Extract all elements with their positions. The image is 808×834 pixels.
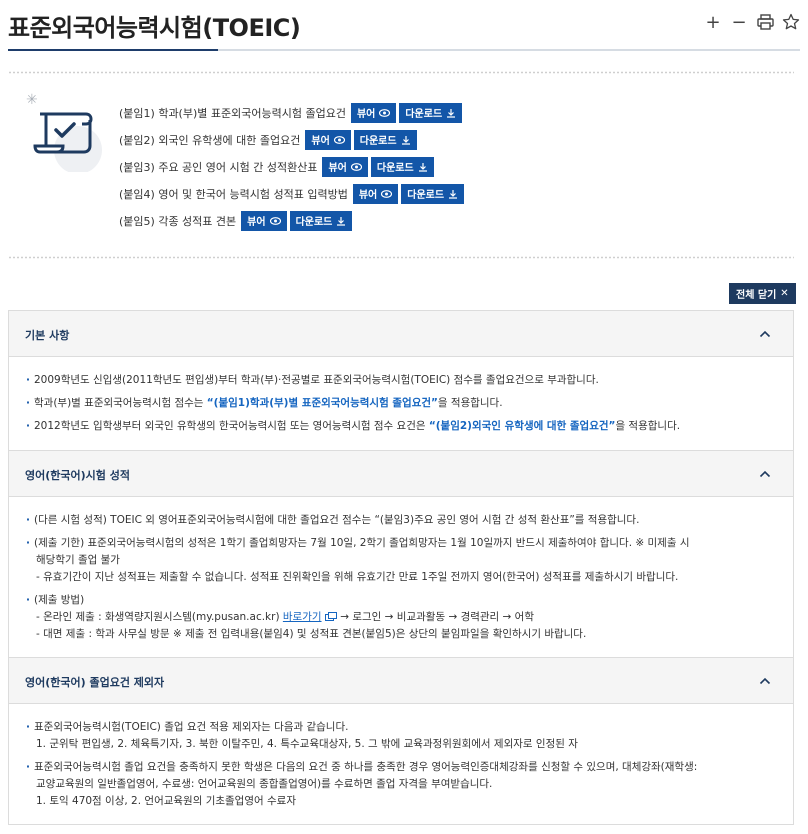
list-item: · (제출 기한) 표준외국어능력시험의 성적은 1학기 졸업희망자는 7월 10… <box>26 537 690 549</box>
download-button[interactable]: 다운로드 <box>289 210 353 231</box>
sub-item: - 유효기간이 지난 성적표는 제출할 수 없습니다. 성적표 진위확인을 위해… <box>36 571 679 583</box>
view-button[interactable]: 뷰어 <box>241 210 287 231</box>
chevron-up-icon <box>759 330 771 338</box>
attachment-label: (붙임1) 학과(부)별 표준외국어능력시험 졸업요건 <box>119 106 346 120</box>
star-icon[interactable] <box>782 10 800 34</box>
toolbar: + − <box>704 10 800 34</box>
attachment-label: (붙임5) 각종 성적표 견본 <box>119 214 237 228</box>
section-title: 기본 사항 <box>25 329 70 342</box>
chevron-up-icon <box>759 677 771 685</box>
sub-item: - 대면 제출 : 학과 사무실 방문 ※ 제출 전 입력내용(붙임4) 및 성… <box>36 628 587 640</box>
header-underline <box>8 49 800 51</box>
section-header-score[interactable]: 영어(한국어)시험 성적 <box>9 451 793 497</box>
attachment-label: (붙임2) 외국인 유학생에 대한 졸업요건 <box>119 133 301 147</box>
close-all-button[interactable]: 전체 닫기 ✕ <box>729 283 796 304</box>
list-item: · 2012학년도 입학생부터 외국인 유학생의 한국어능력시험 또는 영어능력시… <box>26 420 681 432</box>
page-title: 표준외국어능력시험(TOEIC) <box>8 14 301 42</box>
accordion: 기본 사항 · 2009학년도 신입생(2011학년도 편입생)부터 학과(부)·… <box>8 310 794 825</box>
section-header-exempt[interactable]: 영어(한국어) 졸업요건 제외자 <box>9 658 793 704</box>
divider <box>8 71 794 74</box>
list-item: · 2009학년도 신입생(2011학년도 편입생)부터 학과(부)·전공별로 표… <box>26 374 599 386</box>
list-item: · 표준외국어능력시험 졸업 요건을 충족하지 못한 학생은 다음의 요건 중 하… <box>26 761 698 773</box>
zoom-out-button[interactable]: − <box>730 10 748 34</box>
page-header: 표준외국어능력시험(TOEIC) + − <box>8 0 800 52</box>
chevron-up-icon <box>759 470 771 478</box>
svg-text:✳: ✳ <box>26 92 38 108</box>
attachment-item: (붙임1) 학과(부)별 표준외국어능력시험 졸업요건 뷰어 다운로드 <box>119 99 464 126</box>
shortcut-link[interactable]: 바로가기 <box>283 611 322 623</box>
document-check-icon: ✳ <box>26 92 106 174</box>
view-button[interactable]: 뷰어 <box>350 102 397 123</box>
attachment-label: (붙임4) 영어 및 한국어 능력시험 성적표 입력방법 <box>119 187 348 201</box>
view-button[interactable]: 뷰어 <box>322 156 368 177</box>
divider <box>8 256 794 259</box>
list-item-continued: 교양교육원의 일반졸업영어, 수료생: 언어교육원의 종합졸업영어)를 수료하면… <box>36 778 493 790</box>
download-button[interactable]: 다운로드 <box>353 129 417 150</box>
section-header-basic[interactable]: 기본 사항 <box>9 311 793 357</box>
sub-item: 1. 군위탁 편입생, 2. 체육특기자, 3. 북한 이탈주민, 4. 특수교… <box>36 738 578 750</box>
list-item: · 학과(부)별 표준외국어능력시험 점수는 “(붙임1)학과(부)별 표준외국어… <box>26 397 503 409</box>
section-body-basic: · 2009학년도 신입생(2011학년도 편입생)부터 학과(부)·전공별로 표… <box>9 358 793 451</box>
list-item-continued: 해당학기 졸업 불가 <box>36 554 120 566</box>
section-body-exempt: · 표준외국어능력시험(TOEIC) 졸업 요건 적용 제외자는 다음과 같습니다… <box>9 705 793 824</box>
download-button[interactable]: 다운로드 <box>401 183 465 204</box>
attachment-item: (붙임2) 외국인 유학생에 대한 졸업요건 뷰어 다운로드 <box>119 126 464 153</box>
attachment-label: (붙임3) 주요 공인 영어 시험 간 성적환산표 <box>119 160 318 174</box>
attachment-list: (붙임1) 학과(부)별 표준외국어능력시험 졸업요건 뷰어 다운로드 (붙임2… <box>119 99 465 234</box>
list-item: · (다른 시험 성적) TOEIC 외 영어표준외국어능력시험에 대한 졸업요건… <box>26 514 640 526</box>
section-title: 영어(한국어) 졸업요건 제외자 <box>25 676 165 689</box>
zoom-in-button[interactable]: + <box>704 10 722 34</box>
view-button[interactable]: 뷰어 <box>305 129 351 150</box>
download-button[interactable]: 다운로드 <box>370 156 434 177</box>
attachment-item: (붙임5) 각종 성적표 견본 뷰어 다운로드 <box>119 207 464 234</box>
close-icon: ✕ <box>780 288 789 299</box>
list-item: · (제출 방법) <box>26 594 85 606</box>
attachment-item: (붙임3) 주요 공인 영어 시험 간 성적환산표 뷰어 다운로드 <box>119 153 464 180</box>
external-link-icon <box>322 611 337 623</box>
print-icon[interactable] <box>756 10 774 34</box>
section-title: 영어(한국어)시험 성적 <box>25 469 130 482</box>
sub-item: 1. 토익 470점 이상, 2. 언어교육원의 기초졸업영어 수료자 <box>36 795 296 807</box>
list-item: · 표준외국어능력시험(TOEIC) 졸업 요건 적용 제외자는 다음과 같습니다… <box>26 721 349 733</box>
sub-item: - 온라인 제출 : 화생역량지원시스템(my.pusan.ac.kr) 바로가… <box>36 611 535 623</box>
attachment-item: (붙임4) 영어 및 한국어 능력시험 성적표 입력방법 뷰어 다운로드 <box>119 180 465 207</box>
view-button[interactable]: 뷰어 <box>352 183 399 204</box>
section-body-score: · (다른 시험 성적) TOEIC 외 영어표준외국어능력시험에 대한 졸업요건… <box>9 498 793 658</box>
download-button[interactable]: 다운로드 <box>399 102 463 123</box>
